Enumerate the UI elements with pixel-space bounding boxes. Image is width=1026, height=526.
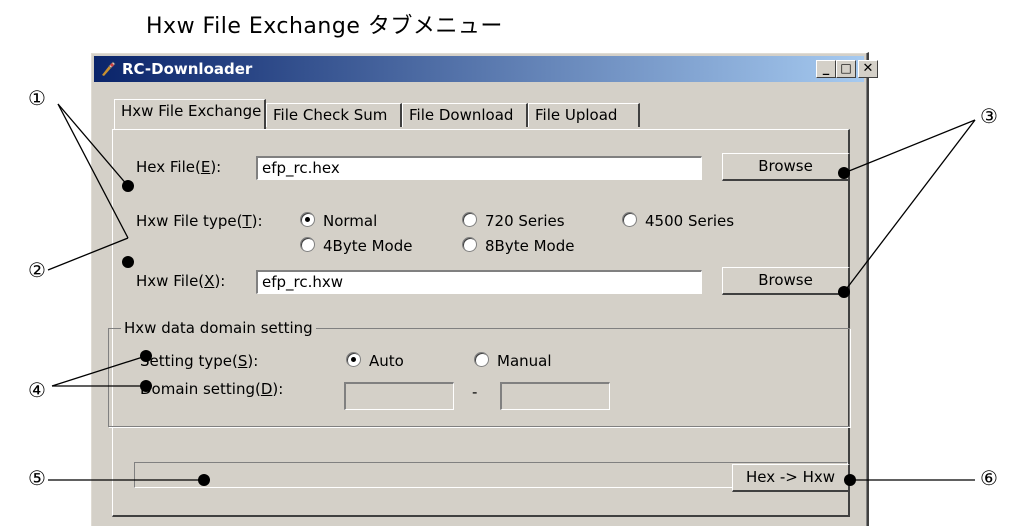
radio-icon	[462, 237, 477, 252]
radio-8byte-mode[interactable]: 8Byte Mode	[462, 237, 574, 255]
domain-setting-group: Hxw data domain setting	[108, 319, 850, 427]
radio-icon	[462, 212, 477, 227]
tab-file-download[interactable]: File Download	[402, 103, 528, 127]
tab-file-check-sum[interactable]: File Check Sum	[266, 103, 402, 127]
hxw-file-type-label: Hxw File type(T):	[136, 212, 263, 230]
radio-icon	[474, 352, 489, 367]
radio-720-series[interactable]: 720 Series	[462, 212, 565, 230]
hxw-browse-button[interactable]: Browse	[722, 267, 850, 295]
radio-icon	[622, 212, 637, 227]
radio-selected-icon	[300, 212, 315, 227]
domain-to-field[interactable]	[500, 382, 610, 410]
maximize-button[interactable]: □	[836, 60, 856, 78]
hxw-file-label: Hxw File(X):	[136, 272, 226, 290]
hex-file-label: Hex File(E):	[136, 158, 222, 176]
tab-file-upload[interactable]: File Upload	[528, 103, 640, 127]
callout-3: ③	[980, 104, 998, 128]
callout-5: ⑤	[28, 466, 46, 490]
setting-type-label: Setting type(S):	[140, 352, 259, 370]
radio-auto[interactable]: Auto	[346, 352, 404, 370]
hex-file-field[interactable]: efp_rc.hex	[256, 156, 702, 180]
radio-manual[interactable]: Manual	[474, 352, 552, 370]
group-title: Hxw data domain setting	[121, 319, 316, 337]
callout-2: ②	[28, 258, 46, 282]
radio-4byte-mode[interactable]: 4Byte Mode	[300, 237, 412, 255]
close-button[interactable]: ✕	[858, 60, 878, 78]
window-title: RC-Downloader	[122, 60, 253, 78]
domain-setting-label: Domain setting(D):	[140, 380, 284, 398]
callout-6: ⑥	[980, 466, 998, 490]
domain-from-field[interactable]	[344, 382, 454, 410]
minimize-button[interactable]: _	[816, 60, 836, 78]
radio-4500-series[interactable]: 4500 Series	[622, 212, 734, 230]
callout-1: ①	[28, 86, 46, 110]
radio-selected-icon	[346, 352, 361, 367]
radio-icon	[300, 237, 315, 252]
domain-separator: -	[472, 383, 478, 401]
hex-to-hxw-button[interactable]: Hex -> Hxw	[732, 464, 850, 492]
tab-hxw-file-exchange[interactable]: Hxw File Exchange	[114, 99, 266, 129]
radio-normal[interactable]: Normal	[300, 212, 377, 230]
hex-browse-button[interactable]: Browse	[722, 153, 850, 181]
callout-4: ④	[28, 378, 46, 402]
figure-caption: Hxw File Exchange タブメニュー	[146, 14, 503, 39]
title-bar[interactable]: RC-Downloader _ □ ✕	[94, 56, 878, 82]
app-icon	[102, 61, 116, 76]
hxw-file-field[interactable]: efp_rc.hxw	[256, 270, 702, 294]
